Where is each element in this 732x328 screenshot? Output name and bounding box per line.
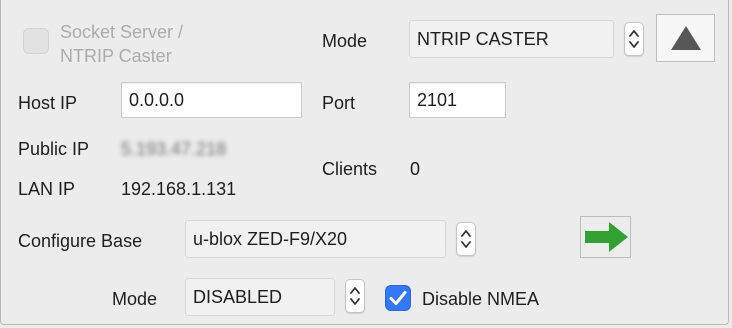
host-ip-input[interactable]: 0.0.0.0 bbox=[121, 82, 302, 118]
clients-label: Clients bbox=[322, 159, 378, 179]
socket-server-checkbox[interactable] bbox=[23, 28, 49, 54]
send-config-button[interactable] bbox=[580, 216, 631, 258]
receiver-type-select[interactable]: u-blox ZED-F9/X20 bbox=[185, 220, 446, 258]
public-ip-label: Public IP bbox=[18, 139, 90, 159]
server-mode-spinner[interactable] bbox=[624, 22, 644, 56]
up-down-chevron-icon bbox=[461, 230, 471, 248]
up-down-chevron-icon bbox=[350, 287, 360, 305]
port-label: Port bbox=[322, 93, 356, 113]
lan-ip-value: 192.168.1.131 bbox=[121, 179, 237, 199]
socket-server-label: Socket Server / NTRIP Caster bbox=[60, 22, 184, 66]
checkmark-icon bbox=[389, 291, 407, 305]
right-arrow-icon bbox=[585, 222, 628, 252]
host-ip-label: Host IP bbox=[18, 93, 78, 113]
configure-base-label: Configure Base bbox=[18, 231, 143, 251]
clients-count: 0 bbox=[410, 159, 421, 179]
disable-nmea-label: Disable NMEA bbox=[422, 289, 540, 309]
receiver-type-spinner[interactable] bbox=[456, 222, 476, 256]
collapse-button[interactable] bbox=[656, 14, 715, 62]
port-input[interactable]: 2101 bbox=[409, 82, 506, 118]
base-mode-spinner[interactable] bbox=[345, 279, 365, 313]
base-mode-label: Mode bbox=[112, 289, 158, 309]
disable-nmea-checkbox[interactable] bbox=[385, 285, 411, 311]
server-mode-select[interactable]: NTRIP CASTER bbox=[409, 20, 614, 58]
base-mode-select[interactable]: DISABLED bbox=[185, 278, 335, 316]
public-ip-value: 5.193.47.218 bbox=[121, 139, 227, 159]
lan-ip-label: LAN IP bbox=[18, 179, 76, 199]
triangle-up-icon bbox=[671, 26, 701, 50]
up-down-chevron-icon bbox=[629, 30, 639, 48]
server-mode-label: Mode bbox=[322, 31, 368, 51]
